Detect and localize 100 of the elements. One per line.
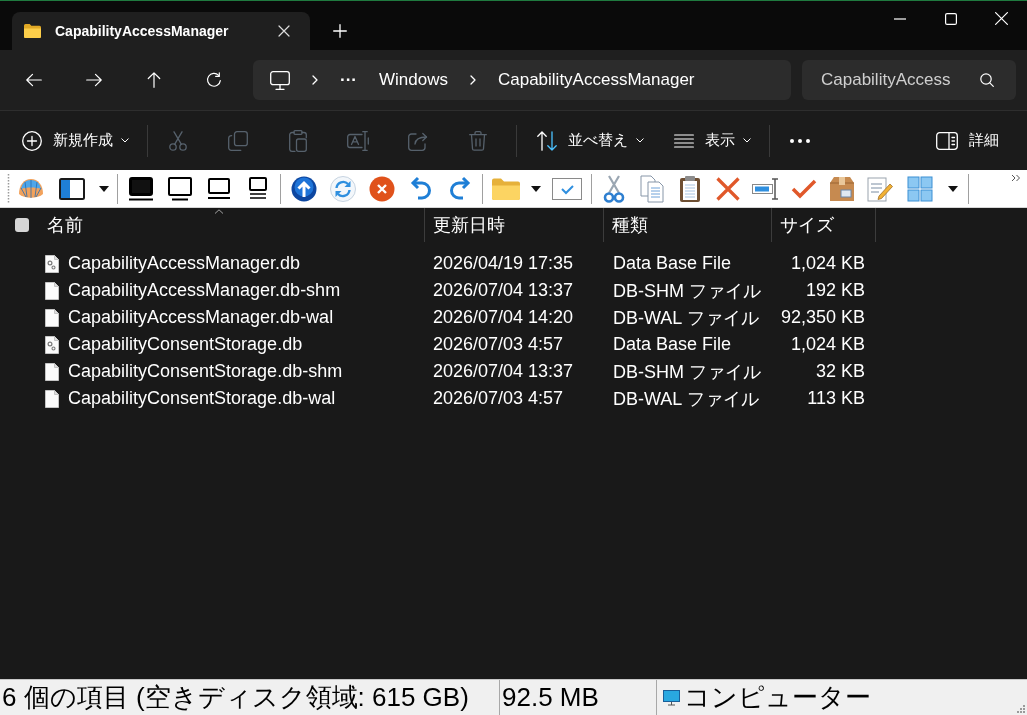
side-panel-icon xyxy=(936,131,958,150)
file-type: DB-SHM ファイル xyxy=(613,361,761,382)
double-chevron-icon[interactable] xyxy=(1011,174,1021,182)
breadcrumb-overflow-button[interactable]: ··· xyxy=(340,65,357,95)
breadcrumb[interactable]: CapabilityAccessManager xyxy=(497,65,695,95)
text-field-cursor-icon[interactable] xyxy=(752,177,780,200)
resize-grip-icon[interactable] xyxy=(1016,704,1025,713)
monitor-lines-icon[interactable] xyxy=(247,176,268,201)
column-header[interactable]: サイズ xyxy=(772,208,876,242)
clipboard-icon[interactable] xyxy=(679,174,701,203)
monitor-icon[interactable] xyxy=(206,177,231,200)
minimize-icon xyxy=(893,17,906,20)
file-name: CapabilityConsentStorage.db-wal xyxy=(68,388,336,409)
file-type: DB-WAL ファイル xyxy=(613,307,759,328)
undo-arrow-icon[interactable] xyxy=(409,175,432,202)
dropdown-arrow-icon[interactable] xyxy=(948,185,958,192)
file-icon xyxy=(45,362,59,381)
search-field[interactable]: CapabilityAccess xyxy=(802,60,1016,100)
trash-icon xyxy=(469,130,487,151)
modified-date: 2026/04/19 17:35 xyxy=(433,253,574,273)
file-row[interactable]: CapabilityConsentStorage.db 2026/07/03 4:57 Data Base File 1,024 KB xyxy=(0,331,1027,358)
new-button[interactable]: 新規作成 xyxy=(12,120,139,161)
column-header[interactable]: 種類 xyxy=(604,208,772,242)
tab[interactable]: CapabilityAccessManager xyxy=(12,12,310,50)
sort-caret-icon xyxy=(214,209,224,214)
modified-date: 2026/07/03 4:57 xyxy=(433,388,564,408)
file-name: CapabilityAccessManager.db xyxy=(68,253,301,274)
location-text: コンピューター xyxy=(684,681,871,714)
file-icon xyxy=(45,281,59,300)
file-name: CapabilityConsentStorage.db xyxy=(68,334,303,355)
panel-layout-icon[interactable] xyxy=(59,177,85,200)
folder-icon xyxy=(24,24,41,38)
plus-circle-icon xyxy=(22,130,42,151)
details-button[interactable]: 詳細 xyxy=(926,120,1009,161)
modified-date: 2026/07/04 14:20 xyxy=(433,307,574,327)
address-bar[interactable]: ··· Windows CapabilityAccessManager xyxy=(253,60,791,100)
redo-arrow-icon[interactable] xyxy=(448,175,471,202)
more-icon xyxy=(790,138,810,143)
dropdown-arrow-icon[interactable] xyxy=(531,185,541,192)
modified-date: 2026/07/03 4:57 xyxy=(433,334,564,354)
maximize-icon xyxy=(944,12,957,25)
modified-date: 2026/07/04 13:37 xyxy=(433,361,574,381)
file-row[interactable]: CapabilityConsentStorage.db-wal 2026/07/03 4:57 DB-WAL ファイル 113 KB xyxy=(0,385,1027,412)
notepad-pencil-icon[interactable] xyxy=(867,175,893,202)
file-row[interactable]: CapabilityAccessManager.db-shm 2026/07/04 13:37 DB-SHM ファイル 192 KB xyxy=(0,277,1027,304)
arrow-right-icon xyxy=(86,72,102,88)
file-size: 92,350 KB xyxy=(780,307,865,327)
chevron-down-icon xyxy=(743,138,751,143)
column-header[interactable]: 名前 xyxy=(40,208,425,242)
file-size: 1,024 KB xyxy=(790,334,865,354)
check-mark-icon[interactable] xyxy=(791,178,817,199)
dropdown-arrow-icon[interactable] xyxy=(99,185,109,192)
file-type: Data Base File xyxy=(613,334,732,354)
file-name: CapabilityAccessManager.db-shm xyxy=(68,280,341,301)
breadcrumb[interactable]: Windows xyxy=(379,65,448,95)
view-button[interactable]: 表示 xyxy=(664,120,761,161)
gripper-icon[interactable] xyxy=(6,173,10,204)
file-type: DB-WAL ファイル xyxy=(613,388,759,409)
shell-icon[interactable] xyxy=(17,177,44,200)
up-arrow-circle-icon[interactable] xyxy=(290,175,317,202)
monitor-icon[interactable] xyxy=(166,176,193,201)
list-lines-icon xyxy=(674,133,694,148)
checkbox-window-icon[interactable] xyxy=(552,177,582,200)
database-file-icon xyxy=(45,254,59,273)
refresh-icon[interactable] xyxy=(329,175,356,202)
select-all-checkbox[interactable] xyxy=(15,218,29,232)
filled-monitor-icon[interactable] xyxy=(127,176,154,201)
arrow-left-icon xyxy=(26,72,42,88)
monitor-icon xyxy=(663,689,680,706)
chevron-down-icon xyxy=(121,138,129,143)
plus-icon xyxy=(333,24,347,38)
column-header[interactable]: 更新日時 xyxy=(425,208,604,242)
x-mark-icon[interactable] xyxy=(716,176,740,201)
chevron-right-icon xyxy=(312,75,318,85)
x-circle-icon[interactable] xyxy=(368,175,395,202)
database-file-icon xyxy=(45,335,59,354)
total-size-text: 92.5 MB xyxy=(502,682,599,713)
file-row[interactable]: CapabilityAccessManager.db-wal 2026/07/04 14:20 DB-WAL ファイル 92,350 KB xyxy=(0,304,1027,331)
chevron-down-icon xyxy=(636,138,644,143)
scissors-icon[interactable] xyxy=(603,174,625,203)
search-icon[interactable] xyxy=(980,73,994,87)
file-size: 32 KB xyxy=(815,361,865,381)
package-icon[interactable] xyxy=(829,175,855,202)
file-name: CapabilityConsentStorage.db-shm xyxy=(68,361,343,382)
file-type: DB-SHM ファイル xyxy=(613,280,761,301)
file-row[interactable]: CapabilityConsentStorage.db-shm 2026/07/04 13:37 DB-SHM ファイル 32 KB xyxy=(0,358,1027,385)
grid-icon[interactable] xyxy=(907,175,933,202)
share-icon xyxy=(408,130,428,151)
file-size: 192 KB xyxy=(805,280,865,300)
file-size: 113 KB xyxy=(807,388,865,408)
file-name: CapabilityAccessManager.db-wal xyxy=(68,307,334,328)
item-count-text: 6 個の項目 (空きディスク領域: 615 GB) xyxy=(2,681,469,714)
documents-icon[interactable] xyxy=(640,174,664,203)
rename-icon xyxy=(347,130,369,151)
close-icon xyxy=(278,25,290,37)
file-size: 1,024 KB xyxy=(790,253,865,273)
sort-button[interactable]: 並べ替え xyxy=(527,120,654,161)
refresh-icon xyxy=(206,72,222,88)
file-row[interactable]: CapabilityAccessManager.db 2026/04/19 17:35 Data Base File 1,024 KB xyxy=(0,250,1027,277)
arrow-up-icon xyxy=(146,72,162,88)
